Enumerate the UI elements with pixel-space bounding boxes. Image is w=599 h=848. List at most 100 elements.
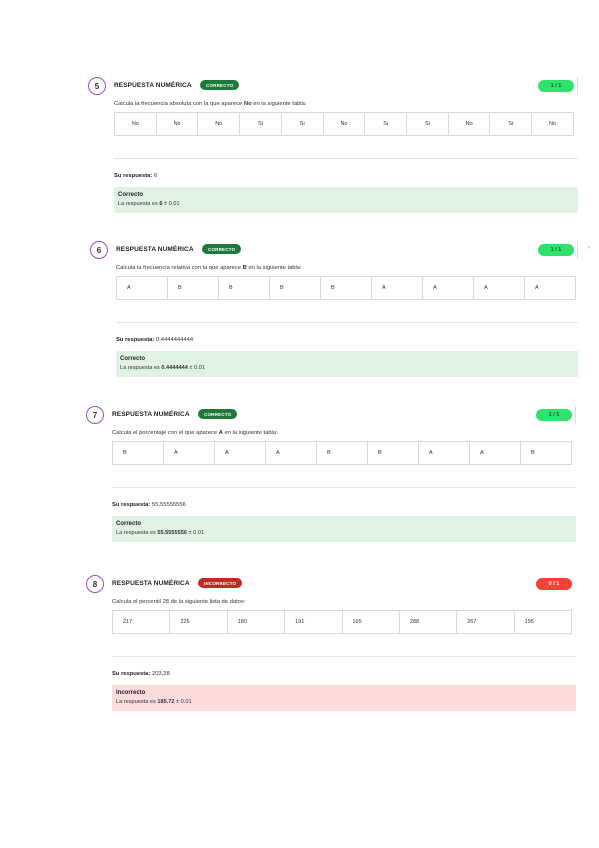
table-cell: B — [316, 441, 368, 465]
table-cell: Si — [406, 112, 449, 136]
section-divider — [112, 487, 576, 488]
feedback-prefix: La respuesta es — [116, 699, 156, 705]
table-cell: B — [367, 441, 419, 465]
table-cell: 267 — [456, 610, 515, 634]
table-row: 217 226 180 191 165 288 267 195 — [111, 610, 573, 634]
answer-label: Su respuesta: — [114, 173, 153, 179]
prompt-highlight: B — [242, 265, 247, 271]
feedback-tolerance: ± 0.01 — [176, 699, 192, 705]
answer-label: Su respuesta: — [112, 671, 151, 677]
prompt-text: Calcula la frecuencia absoluta con la qu… — [114, 101, 243, 107]
answer-label: Su respuesta: — [116, 337, 155, 343]
header-divider — [577, 77, 578, 95]
table-cell: A — [473, 276, 525, 300]
table-cell: No — [197, 112, 241, 136]
question-prompt: Calcula el percentil 28 de la siguiente … — [112, 599, 576, 605]
section-divider — [114, 158, 578, 159]
question-number: 6 — [90, 241, 108, 259]
user-answer: Su respuesta: 0,4444444444 — [116, 337, 578, 343]
table-cell: A — [265, 441, 317, 465]
data-table: 217 226 180 191 165 288 267 195 — [111, 610, 573, 634]
table-cell: Si — [280, 112, 324, 136]
question-8: 8 RESPUESTA NUMÉRICA INCORRECTO 0 / 1 Ca… — [86, 575, 576, 711]
feedback-tolerance: ± 0.01 — [164, 201, 180, 207]
feedback-box: Incorrecto La respuesta es 185.72 ± 0.01 — [112, 685, 576, 711]
feedback-title: Correcto — [120, 356, 146, 362]
feedback-title: Incorrecto — [116, 690, 146, 696]
question-type: RESPUESTA NUMÉRICA — [116, 246, 194, 253]
feedback-value: 6 — [159, 201, 163, 207]
table-cell: A — [214, 441, 266, 465]
feedback-prefix: La respuesta es — [118, 201, 158, 207]
table-cell: No — [447, 112, 491, 136]
feedback-prefix: La respuesta es — [120, 365, 160, 371]
feedback-tolerance: ± 0.01 — [189, 365, 205, 371]
table-cell: 288 — [398, 610, 458, 634]
table-cell: B — [167, 276, 219, 300]
answer-value: 0,4444444444 — [155, 337, 194, 343]
prompt-text: Calcula el porcentaje con el que aparece — [112, 430, 218, 436]
feedback-prefix: La respuesta es — [116, 530, 156, 536]
prompt-text-end: en la siguiente tabla: — [224, 430, 278, 436]
status-badge: INCORRECTO — [198, 578, 243, 588]
answer-value: 55,55555556 — [151, 502, 186, 508]
feedback-text: La respuesta es 0.4444444 ± 0.01 — [120, 365, 574, 371]
table-cell: 180 — [226, 610, 286, 634]
question-type: RESPUESTA NUMÉRICA — [112, 580, 190, 587]
feedback-title: Correcto — [118, 192, 144, 198]
table-cell: Si — [364, 112, 408, 136]
status-badge: CORRECTO — [200, 80, 240, 90]
feedback-text: La respuesta es 185.72 ± 0.01 — [116, 699, 572, 705]
table-cell: A — [163, 441, 215, 465]
question-number: 7 — [86, 406, 104, 424]
question-type: RESPUESTA NUMÉRICA — [112, 411, 190, 418]
table-cell: 165 — [341, 610, 400, 634]
section-divider — [112, 656, 576, 657]
question-5: 5 RESPUESTA NUMÉRICA CORRECTO 1 / 1 Calc… — [88, 77, 578, 213]
user-answer: Su respuesta: 55,55555556 — [112, 502, 576, 508]
table-row: B A A A B B A A B — [112, 441, 572, 465]
score-pill: 1 / 1 — [536, 409, 572, 421]
table-cell: 191 — [284, 610, 343, 634]
table-cell: B — [269, 276, 321, 300]
table-cell: A — [116, 276, 168, 300]
feedback-box: Correcto La respuesta es 0.4444444 ± 0.0… — [116, 351, 578, 377]
question-prompt: Calcula el porcentaje con el que aparece… — [112, 430, 576, 436]
question-header: 6 RESPUESTA NUMÉRICA CORRECTO 1 / 1 — [90, 241, 578, 261]
score-pill: 0 / 1 — [536, 578, 572, 590]
score-pill: 1 / 1 — [538, 80, 574, 92]
table-cell: 217 — [111, 610, 171, 634]
table-cell: No — [155, 112, 199, 136]
table-cell: A — [469, 441, 521, 465]
table-cell: B — [320, 276, 372, 300]
table-cell: B — [218, 276, 270, 300]
score-pill: 1 / 1 — [538, 244, 574, 256]
user-answer: Su respuesta: 203,28 — [112, 671, 576, 677]
status-badge: CORRECTO — [202, 244, 242, 254]
table-cell: Si — [489, 112, 533, 136]
prompt-highlight: A — [218, 430, 223, 436]
data-table: B A A A B B A A B — [112, 441, 572, 465]
question-number: 8 — [86, 575, 104, 593]
table-cell: A — [371, 276, 423, 300]
user-answer: Su respuesta: 6 — [114, 173, 578, 179]
prompt-text-end: en la siguiente tabla: — [253, 101, 307, 107]
question-number: 5 — [88, 77, 106, 95]
table-cell: No — [531, 112, 574, 136]
feedback-text: La respuesta es 6 ± 0.01 — [118, 201, 574, 207]
table-row: No No No Si Si No Si Si No Si No — [114, 112, 574, 136]
feedback-value: 185.72 — [157, 699, 175, 705]
header-divider — [577, 241, 578, 259]
question-type: RESPUESTA NUMÉRICA — [114, 82, 192, 89]
table-cell: A — [524, 276, 576, 300]
feedback-box: Correcto La respuesta es 6 ± 0.01 — [114, 187, 578, 213]
prompt-highlight: No — [243, 101, 252, 107]
feedback-title: Correcto — [116, 521, 142, 527]
feedback-box: Correcto La respuesta es 55.5555556 ± 0.… — [112, 516, 576, 542]
table-row: A B B B B A A A A — [116, 276, 576, 300]
answer-value: 203,28 — [151, 671, 170, 677]
status-badge: CORRECTO — [198, 409, 238, 419]
table-cell: No — [322, 112, 366, 136]
answer-value: 6 — [153, 173, 158, 179]
question-header: 5 RESPUESTA NUMÉRICA CORRECTO 1 / 1 — [88, 77, 578, 97]
